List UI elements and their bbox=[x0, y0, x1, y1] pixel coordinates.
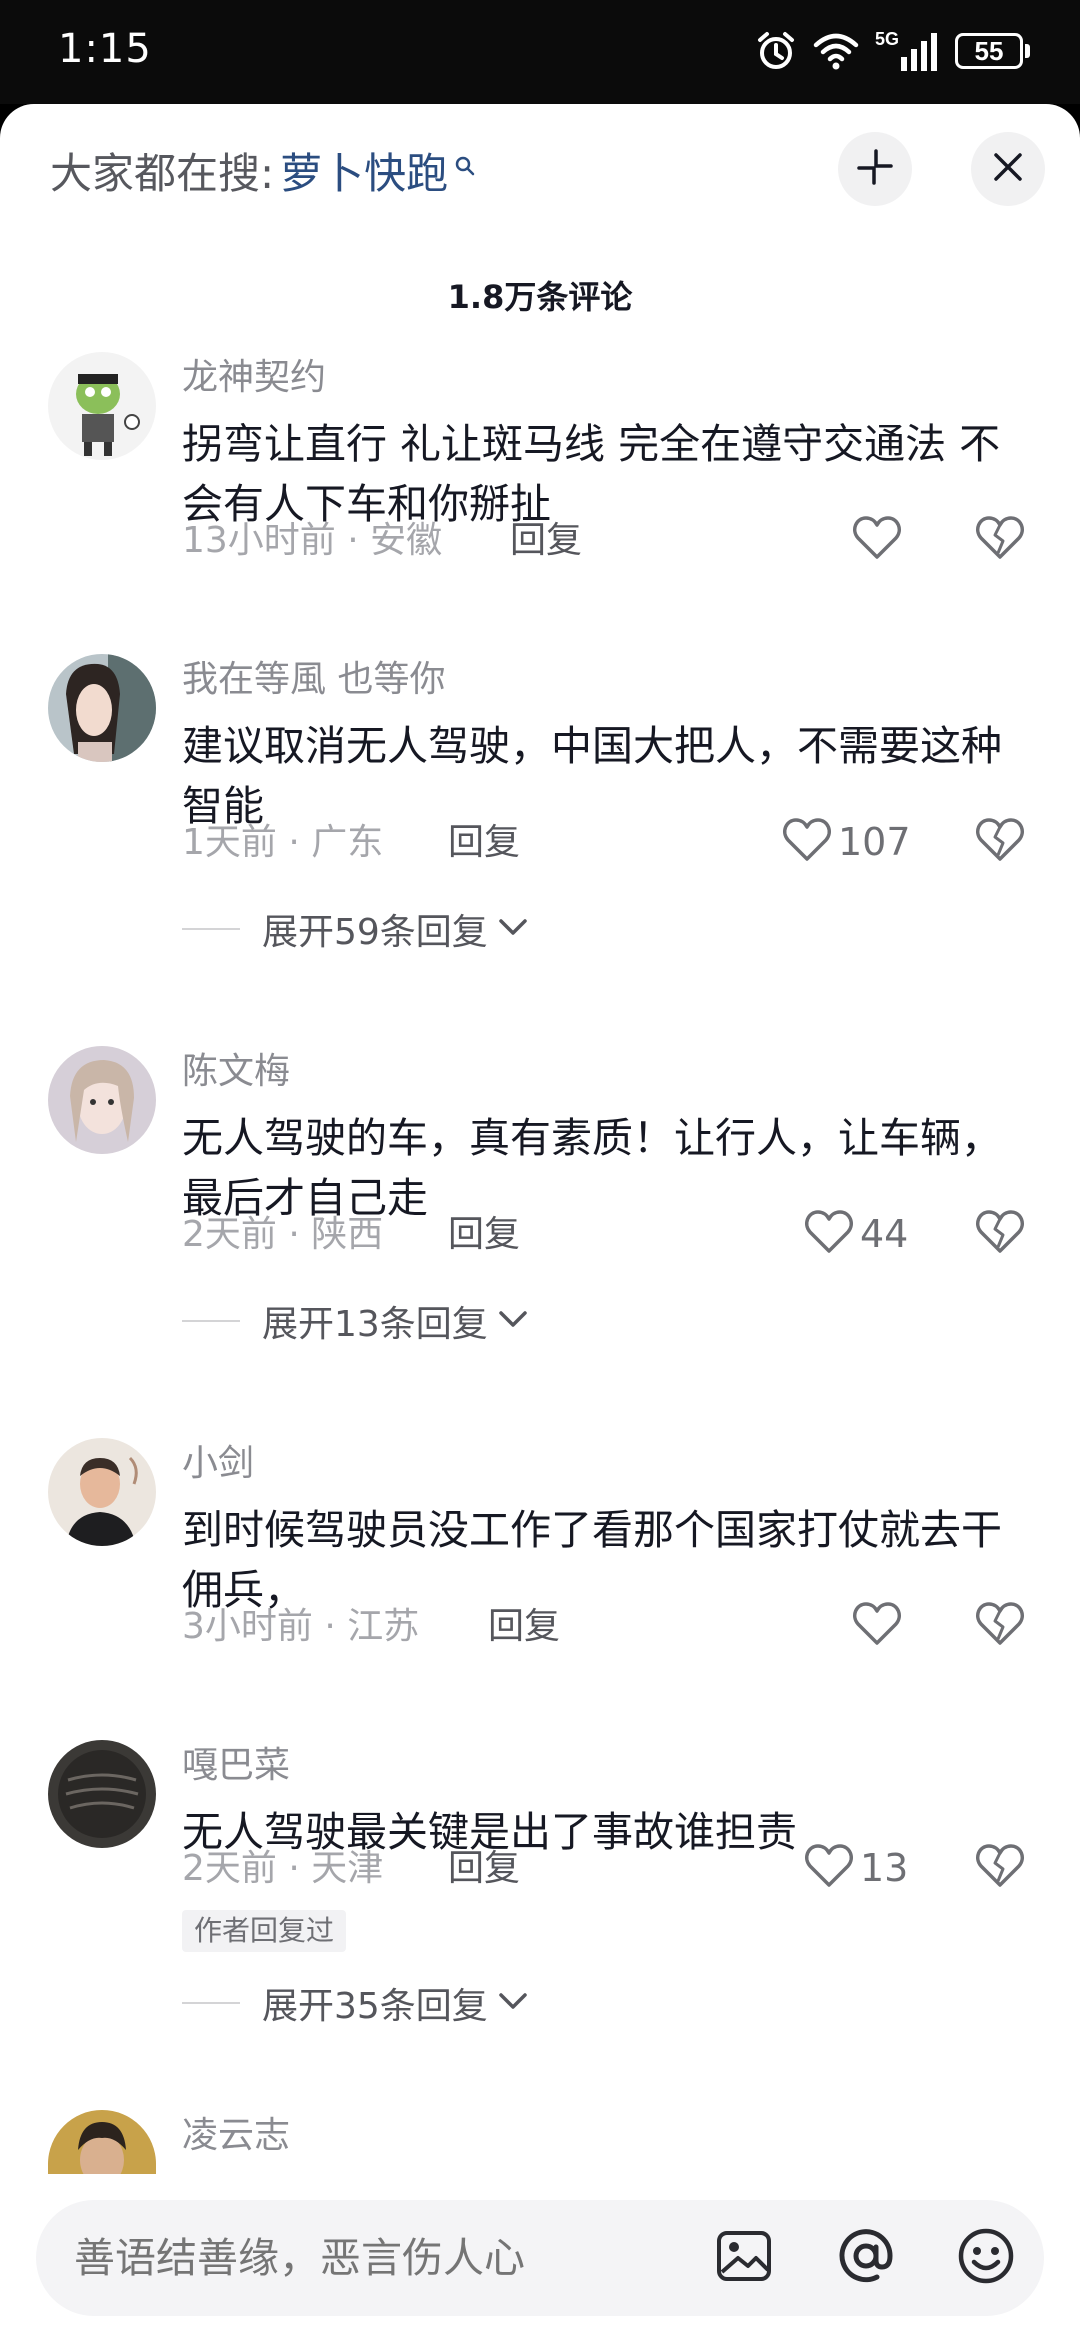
expand-replies[interactable]: 展开35条回复 bbox=[182, 1978, 528, 2028]
avatar[interactable] bbox=[48, 654, 156, 762]
heart-icon bbox=[782, 817, 832, 867]
chevron-down-icon bbox=[498, 917, 528, 941]
like-button[interactable]: 13 bbox=[804, 1840, 908, 1896]
reply-button[interactable]: 回复 bbox=[448, 818, 520, 868]
status-time: 1:15 bbox=[58, 26, 152, 72]
like-count: 107 bbox=[838, 820, 911, 864]
emoji-icon bbox=[957, 2227, 1015, 2289]
dislike-button[interactable] bbox=[974, 1206, 1026, 1262]
comment-meta: 2天前 · 天津 bbox=[182, 1848, 384, 1889]
avatar[interactable] bbox=[48, 1438, 156, 1546]
reply-button[interactable]: 回复 bbox=[488, 1602, 560, 1652]
signal-icon: 5G bbox=[875, 29, 939, 73]
like-count: 44 bbox=[860, 1212, 909, 1256]
dislike-button[interactable] bbox=[974, 512, 1026, 568]
at-icon bbox=[837, 2227, 895, 2289]
close-button[interactable] bbox=[971, 132, 1045, 206]
comment-username[interactable]: 小剑 bbox=[182, 1438, 254, 1490]
avatar[interactable] bbox=[48, 1740, 156, 1848]
search-icon bbox=[454, 138, 476, 187]
image-button[interactable] bbox=[714, 2228, 774, 2288]
minimize-icon bbox=[855, 147, 895, 191]
reply-button[interactable]: 回复 bbox=[510, 516, 582, 566]
comment-username[interactable]: 陈文梅 bbox=[182, 1046, 290, 1098]
broken-heart-icon bbox=[975, 1601, 1025, 1651]
heart-icon bbox=[852, 1601, 902, 1651]
reply-button[interactable]: 回复 bbox=[448, 1210, 520, 1260]
avatar[interactable] bbox=[48, 352, 156, 460]
wifi-icon bbox=[813, 31, 859, 71]
mention-button[interactable] bbox=[836, 2228, 896, 2288]
expand-replies-label: 展开13条回复 bbox=[262, 1304, 488, 1345]
comment-input[interactable] bbox=[74, 2200, 694, 2316]
reply-button[interactable]: 回复 bbox=[448, 1844, 520, 1894]
like-button[interactable] bbox=[852, 512, 908, 568]
heart-icon bbox=[804, 1843, 854, 1893]
like-button[interactable] bbox=[852, 1598, 908, 1654]
comment-meta: 1天前 · 广东 bbox=[182, 822, 384, 863]
comments-sheet: 大家都在搜: 萝卜快跑 1.8万条评论 龙神契约 拐弯让直行 礼让斑马线 完全在… bbox=[0, 104, 1080, 2340]
avatar[interactable] bbox=[48, 2110, 156, 2174]
expand-replies[interactable]: 展开13条回复 bbox=[182, 1296, 528, 1346]
expand-replies-label: 展开59条回复 bbox=[262, 912, 488, 953]
comment-username[interactable]: 嘎巴菜 bbox=[182, 1740, 290, 1792]
broken-heart-icon bbox=[975, 515, 1025, 565]
comment-username[interactable]: 我在等風 也等你 bbox=[182, 654, 445, 706]
trending-search[interactable]: 大家都在搜: 萝卜快跑 bbox=[50, 140, 476, 200]
trending-search-term[interactable]: 萝卜快跑 bbox=[280, 140, 448, 201]
trending-search-prefix: 大家都在搜: bbox=[50, 148, 275, 198]
heart-icon bbox=[804, 1209, 854, 1259]
emoji-button[interactable] bbox=[956, 2228, 1016, 2288]
dislike-button[interactable] bbox=[974, 1840, 1026, 1896]
author-replied-badge: 作者回复过 bbox=[182, 1910, 347, 1952]
alarm-icon bbox=[755, 30, 797, 72]
comment-username[interactable]: 龙神契约 bbox=[182, 352, 326, 404]
comment-input-bar[interactable] bbox=[36, 2200, 1044, 2316]
dislike-button[interactable] bbox=[974, 1598, 1026, 1654]
broken-heart-icon bbox=[975, 817, 1025, 867]
broken-heart-icon bbox=[975, 1843, 1025, 1893]
status-icons: 5G 55 bbox=[755, 26, 1030, 76]
comment-meta: 13小时前 · 安徽 bbox=[182, 520, 443, 561]
image-icon bbox=[716, 2230, 772, 2286]
like-button[interactable]: 44 bbox=[804, 1206, 908, 1262]
comment-count: 1.8万条评论 bbox=[447, 278, 633, 316]
like-count: 13 bbox=[860, 1846, 909, 1890]
broken-heart-icon bbox=[975, 1209, 1025, 1259]
dislike-button[interactable] bbox=[974, 814, 1026, 870]
expand-replies-label: 展开35条回复 bbox=[262, 1986, 488, 2027]
chevron-down-icon bbox=[498, 1309, 528, 1333]
like-button[interactable]: 107 bbox=[782, 814, 911, 870]
avatar[interactable] bbox=[48, 1046, 156, 1154]
status-bar: 1:15 5G 55 bbox=[0, 0, 1080, 104]
battery-icon: 55 bbox=[955, 33, 1030, 69]
close-icon bbox=[992, 151, 1024, 187]
comment-meta: 3小时前 · 江苏 bbox=[182, 1606, 420, 1647]
battery-level: 55 bbox=[955, 33, 1023, 69]
chevron-down-icon bbox=[498, 1991, 528, 2015]
minimize-button[interactable] bbox=[838, 132, 912, 206]
expand-replies[interactable]: 展开59条回复 bbox=[182, 904, 528, 954]
heart-icon bbox=[852, 515, 902, 565]
comment-meta: 2天前 · 陕西 bbox=[182, 1214, 384, 1255]
comment-username[interactable]: 凌云志 bbox=[182, 2110, 290, 2162]
